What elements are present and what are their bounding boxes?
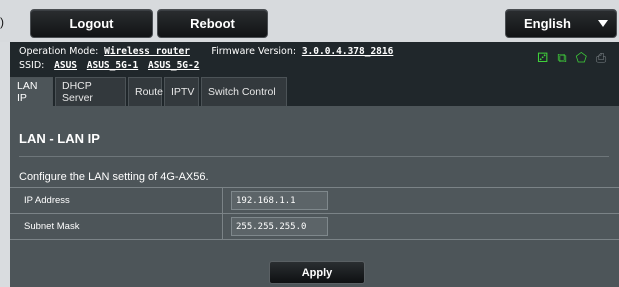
info-row-mode: Operation Mode: Wireless router Firmware… [19,45,479,59]
usb-icon[interactable]: ⬠ [576,50,587,66]
ssid-link-2[interactable]: ASUS_5G-1 [87,60,138,71]
tab-switch-control[interactable]: Switch Control [201,77,287,106]
status-icons: ⚂ ⧉ ⬠ ⎙ [537,50,609,66]
settings-table: IP Address Subnet Mask [10,187,619,240]
tab-lan-ip[interactable]: LAN IP [10,77,53,106]
ip-address-label: IP Address [10,188,223,213]
subnet-mask-input[interactable] [231,217,328,236]
title-divider [19,156,609,157]
info-row-ssid: SSID: ASUS ASUS_5G-1 ASUS_5G-2 [19,59,479,73]
ssid-label: SSID: [19,60,45,71]
tab-dhcp-server[interactable]: DHCP Server [55,77,126,106]
firmware-label: Firmware Version: [211,46,297,57]
operation-mode-label: Operation Mode: [19,46,99,57]
clients-icon[interactable]: ⚂ [537,50,548,66]
edge-glyph: ) [0,15,4,29]
ip-address-input[interactable] [231,191,328,210]
apply-button[interactable]: Apply [269,261,365,284]
main-panel: Operation Mode: Wireless router Firmware… [10,42,619,287]
table-row: Subnet Mask [10,214,619,240]
printer-icon[interactable]: ⎙ [596,50,606,66]
tab-route[interactable]: Route [128,77,163,106]
logout-button[interactable]: Logout [30,9,153,38]
tab-iptv[interactable]: IPTV [164,77,199,106]
ssid-link-1[interactable]: ASUS [54,60,77,71]
content-area: LAN - LAN IP Configure the LAN setting o… [10,106,619,287]
language-label: English [524,16,571,31]
copy-icon[interactable]: ⧉ [557,50,566,66]
operation-mode-link[interactable]: Wireless router [104,46,190,57]
page-title: LAN - LAN IP [19,131,100,146]
subnet-mask-cell [224,214,619,239]
router-info: Operation Mode: Wireless router Firmware… [19,45,479,73]
language-select[interactable]: English [505,9,617,38]
ip-address-cell [224,188,619,213]
firmware-link[interactable]: 3.0.0.4.378_2816 [302,46,394,57]
reboot-button[interactable]: Reboot [157,9,268,38]
page-description: Configure the LAN setting of 4G-AX56. [19,171,209,183]
tab-bar: LAN IP DHCP Server Route IPTV Switch Con… [10,77,287,106]
top-bar: ) Logout Reboot English [0,0,619,42]
ssid-link-3[interactable]: ASUS_5G-2 [148,60,199,71]
chevron-down-icon [598,20,608,27]
table-row: IP Address [10,188,619,214]
subnet-mask-label: Subnet Mask [10,214,223,239]
